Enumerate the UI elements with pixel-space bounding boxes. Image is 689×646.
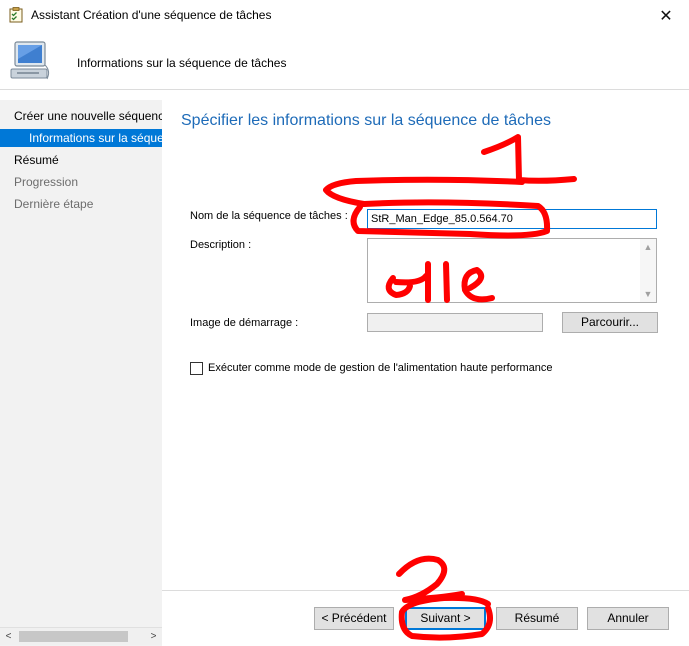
description-scrollbar[interactable]: ▲ ▼ [640,239,656,302]
header-title: Informations sur la séquence de tâches [77,56,287,70]
scroll-up-icon[interactable]: ▲ [640,239,656,255]
sidebar-item-information[interactable]: Informations sur la séquence de tâches [0,129,162,147]
window-title: Assistant Création d'une séquence de tâc… [31,8,272,22]
scroll-left-icon[interactable]: < [0,628,17,645]
name-label: Nom de la séquence de tâches : [190,210,348,222]
task-sequence-name-input[interactable] [367,209,657,229]
high-performance-checkbox[interactable] [190,362,203,375]
boot-image-field [367,313,543,332]
page-title: Spécifier les informations sur la séquen… [181,112,551,129]
computer-monitor-icon [10,41,50,80]
sidebar-item-last-step: Dernière étape [14,197,94,211]
scroll-down-icon[interactable]: ▼ [640,286,656,302]
close-icon: ✕ [659,7,673,25]
cancel-button[interactable]: Annuler [587,607,669,630]
task-sequence-icon [9,7,23,23]
high-performance-label[interactable]: Exécuter comme mode de gestion de l'alim… [208,362,553,374]
sidebar-item-create[interactable]: Créer une nouvelle séquence de tâches [0,107,162,125]
previous-button[interactable]: < Précédent [314,607,394,630]
title-bar: Assistant Création d'une séquence de tâc… [0,0,689,31]
browse-button[interactable]: Parcourir... [562,312,658,333]
sidebar-item-summary[interactable]: Résumé [0,151,162,169]
close-button[interactable]: ✕ [643,0,689,31]
sidebar-item-progress: Progression [14,175,79,189]
scrollbar-thumb[interactable] [19,631,128,642]
wizard-header: Informations sur la séquence de tâches [0,31,689,90]
next-button[interactable]: Suivant > [405,607,486,630]
wizard-steps-sidebar: Créer une nouvelle séquence de tâches In… [0,100,162,646]
boot-image-label: Image de démarrage : [190,317,299,329]
description-label: Description : [190,239,252,251]
summary-button[interactable]: Résumé [496,607,578,630]
scroll-right-icon[interactable]: > [145,628,162,645]
footer-divider [162,590,689,591]
sidebar-horizontal-scrollbar[interactable]: < > [0,627,162,645]
description-textarea[interactable]: ▲ ▼ [367,238,657,303]
